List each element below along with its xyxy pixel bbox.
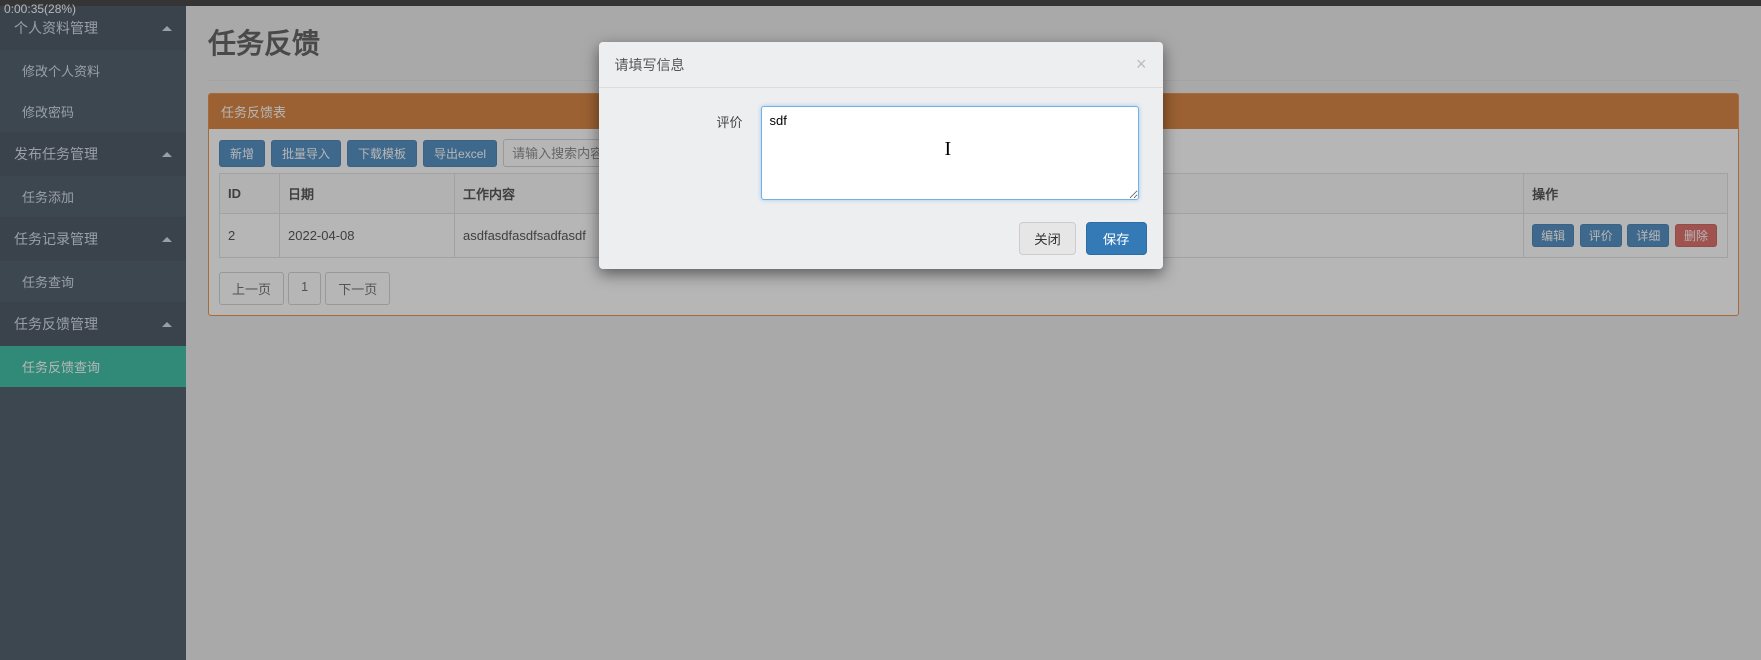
close-icon[interactable]: × bbox=[1136, 54, 1147, 75]
review-textarea[interactable] bbox=[761, 106, 1139, 200]
modal-save-button[interactable]: 保存 bbox=[1086, 222, 1147, 255]
modal-footer: 关闭 保存 bbox=[599, 208, 1163, 269]
modal-dialog: 请填写信息 × 评价 I 关闭 保存 bbox=[599, 42, 1163, 269]
form-row: 评价 bbox=[623, 106, 1139, 200]
modal-header: 请填写信息 × bbox=[599, 42, 1163, 88]
modal-body: 评价 I bbox=[599, 88, 1163, 208]
modal-title: 请填写信息 bbox=[615, 55, 685, 75]
field-label-review: 评价 bbox=[623, 106, 743, 131]
modal-close-button[interactable]: 关闭 bbox=[1019, 222, 1076, 255]
